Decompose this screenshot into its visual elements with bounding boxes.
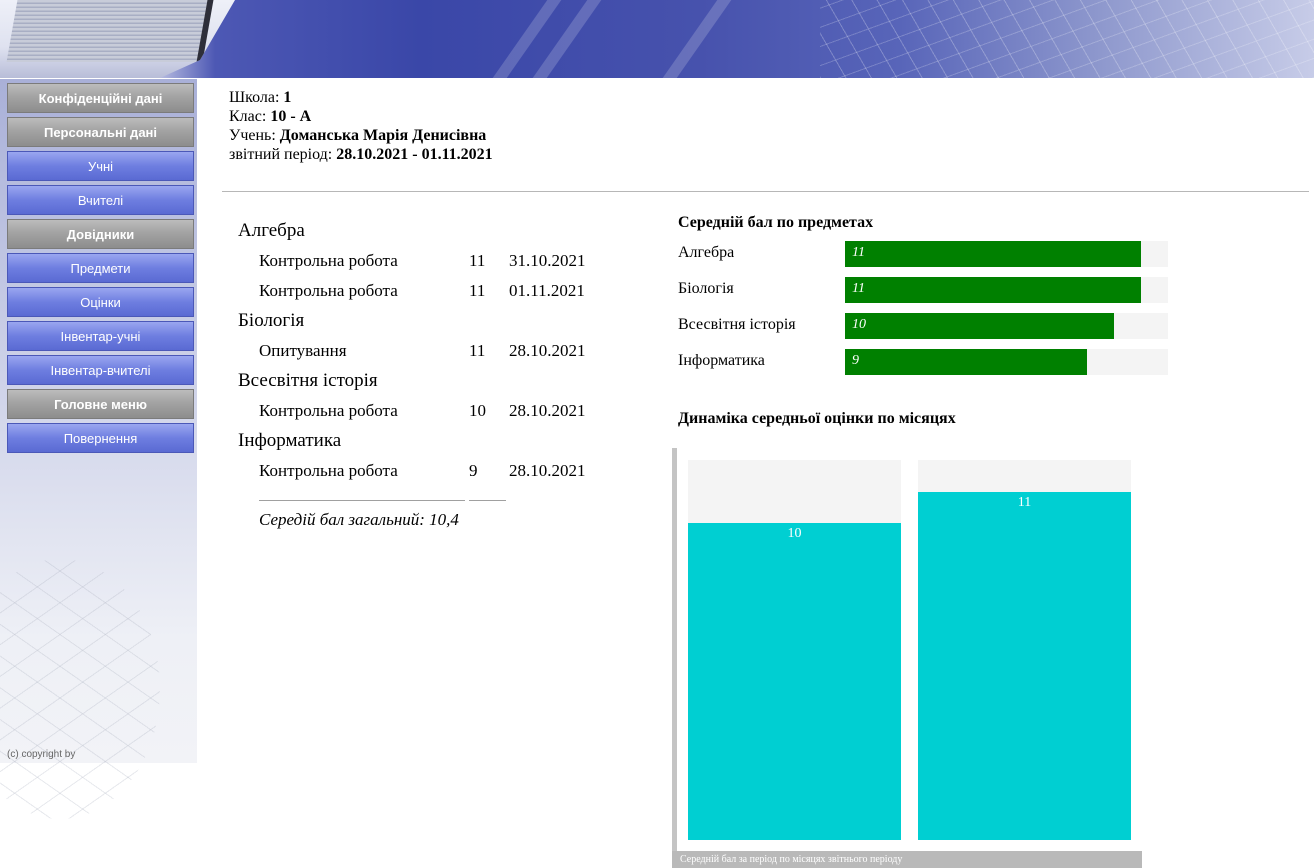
- monthly-dynamics-title: Динаміка середньої оцінки по місяцях: [678, 410, 956, 427]
- bar: 11: [845, 241, 1142, 267]
- copyright-text: (c) copyright by: [7, 749, 76, 760]
- overall-average: Середій бал загальний: 10,4: [259, 510, 618, 530]
- subject-name: Інформатика: [238, 430, 342, 451]
- grade-date: 31.10.2021: [509, 251, 586, 270]
- grade-row: Опитування 11 28.10.2021: [238, 336, 618, 366]
- nav-item-button[interactable]: Повернення: [7, 423, 194, 453]
- report-info: Школа: 1 Клас: 10 - А Учень: Доманська М…: [229, 88, 493, 164]
- banner-grid-graphic: [820, 0, 1314, 78]
- nav-section-button[interactable]: Довідники: [7, 219, 194, 249]
- column-value-label: 10: [787, 526, 802, 542]
- period-label: звітний період:: [229, 146, 333, 163]
- overall-average-label: Середій бал загальний:: [259, 510, 425, 529]
- subject-average-title: Середній бал по предметах: [678, 214, 874, 231]
- bar-track: 11: [845, 277, 1168, 303]
- nav-item-button[interactable]: Предмети: [7, 253, 194, 283]
- bar-value-label: 10: [852, 317, 866, 332]
- school-value: 1: [283, 89, 292, 106]
- bar-value-label: 11: [852, 245, 865, 260]
- grade-mark: 11: [469, 341, 486, 360]
- header-banner: [0, 0, 1314, 78]
- subject-average-row: Алгебра 11: [678, 241, 1168, 267]
- student-label: Учень:: [229, 127, 276, 144]
- nav-section-button[interactable]: Персональні дані: [7, 117, 194, 147]
- nav-item-button[interactable]: Вчителі: [7, 185, 194, 215]
- subject-name: Всесвітня історія: [238, 370, 378, 391]
- chart-y-axis: [672, 448, 677, 851]
- bar-label: Алгебра: [678, 244, 735, 261]
- bar-value-label: 9: [852, 353, 859, 368]
- subject-average-row: Всесвітня історія 10: [678, 313, 1168, 339]
- school-line: Школа: 1: [229, 88, 493, 107]
- subject-name: Алгебра: [238, 220, 305, 241]
- period-value: 28.10.2021 - 01.11.2021: [336, 146, 493, 163]
- chart-x-axis-caption: Середній бал за період по місяцях звітнь…: [672, 851, 1142, 868]
- banner-stripe: [662, 0, 732, 78]
- overall-average-value: 10,4: [429, 510, 459, 529]
- bar-track: 9: [845, 349, 1168, 375]
- grades-body: Алгебра Контрольна робота 11 31.10.2021 Конт…: [238, 216, 618, 486]
- grade-type: Контрольна робота: [259, 251, 398, 270]
- grade-row: Контрольна робота 11 31.10.2021: [238, 246, 618, 276]
- sidebar: [0, 79, 197, 819]
- column-track: 11: [918, 460, 1131, 840]
- grade-row: Контрольна робота 11 01.11.2021: [238, 276, 618, 306]
- school-label: Школа:: [229, 89, 280, 106]
- subject-average-row: Інформатика 9: [678, 349, 1168, 375]
- grade-date: 01.11.2021: [509, 281, 585, 300]
- nav-section-button[interactable]: Головне меню: [7, 389, 194, 419]
- grade-type: Контрольна робота: [259, 401, 398, 420]
- class-value: 10 - А: [270, 108, 312, 125]
- bar-label: Біологія: [678, 280, 734, 297]
- bar: 9: [845, 349, 1088, 375]
- subject-name: Біологія: [238, 310, 305, 331]
- subject-average-row: Біологія 11: [678, 277, 1168, 303]
- bar-track: 10: [845, 313, 1168, 339]
- grades-list: Алгебра Контрольна робота 11 31.10.2021 Конт…: [238, 216, 618, 530]
- column: 10: [688, 523, 901, 840]
- bar: 11: [845, 277, 1142, 303]
- monthly-dynamics-chart: Середній бал за період по місяцях звітнь…: [672, 448, 1142, 868]
- period-line: звітний період: 28.10.2021 - 01.11.2021: [229, 145, 493, 164]
- grade-date: 28.10.2021: [509, 461, 586, 480]
- grade-mark: 9: [469, 461, 478, 480]
- banner-monitor-graphic: [0, 0, 235, 78]
- grade-mark: 10: [469, 401, 486, 420]
- bar: 10: [845, 313, 1115, 339]
- student-line: Учень: Доманська Марія Денисівна: [229, 126, 493, 145]
- column-value-label: 11: [1017, 494, 1032, 510]
- grade-row: Контрольна робота 9 28.10.2021: [238, 456, 618, 486]
- class-label: Клас:: [229, 108, 267, 125]
- bar-value-label: 11: [852, 281, 865, 296]
- grade-mark: 11: [469, 281, 486, 300]
- grade-type: Контрольна робота: [259, 281, 398, 300]
- nav-section-button[interactable]: Конфіденційні дані: [7, 83, 194, 113]
- bar-track: 11: [845, 241, 1168, 267]
- column: 11: [918, 491, 1131, 840]
- column-track: 10: [688, 460, 901, 840]
- grade-type: Контрольна робота: [259, 461, 398, 480]
- section-divider: [222, 191, 1309, 192]
- summary-rule-right: [469, 500, 506, 501]
- grade-mark: 11: [469, 251, 486, 270]
- globe-graphic: [0, 559, 160, 819]
- class-line: Клас: 10 - А: [229, 107, 493, 126]
- summary-rule-left: [259, 500, 465, 501]
- grade-date: 28.10.2021: [509, 341, 586, 360]
- grade-date: 28.10.2021: [509, 401, 586, 420]
- student-value: Доманська Марія Денисівна: [279, 127, 487, 144]
- banner-screen-graphic: [6, 0, 214, 62]
- grade-type: Опитування: [259, 341, 347, 360]
- nav-item-button[interactable]: Учні: [7, 151, 194, 181]
- grade-row: Контрольна робота 10 28.10.2021: [238, 396, 618, 426]
- nav-item-button[interactable]: Інвентар-учні: [7, 321, 194, 351]
- bar-label: Інформатика: [678, 352, 765, 369]
- bar-label: Всесвітня історія: [678, 316, 796, 333]
- nav-item-button[interactable]: Інвентар-вчителі: [7, 355, 194, 385]
- nav-item-button[interactable]: Оцінки: [7, 287, 194, 317]
- summary-rule: [238, 486, 618, 506]
